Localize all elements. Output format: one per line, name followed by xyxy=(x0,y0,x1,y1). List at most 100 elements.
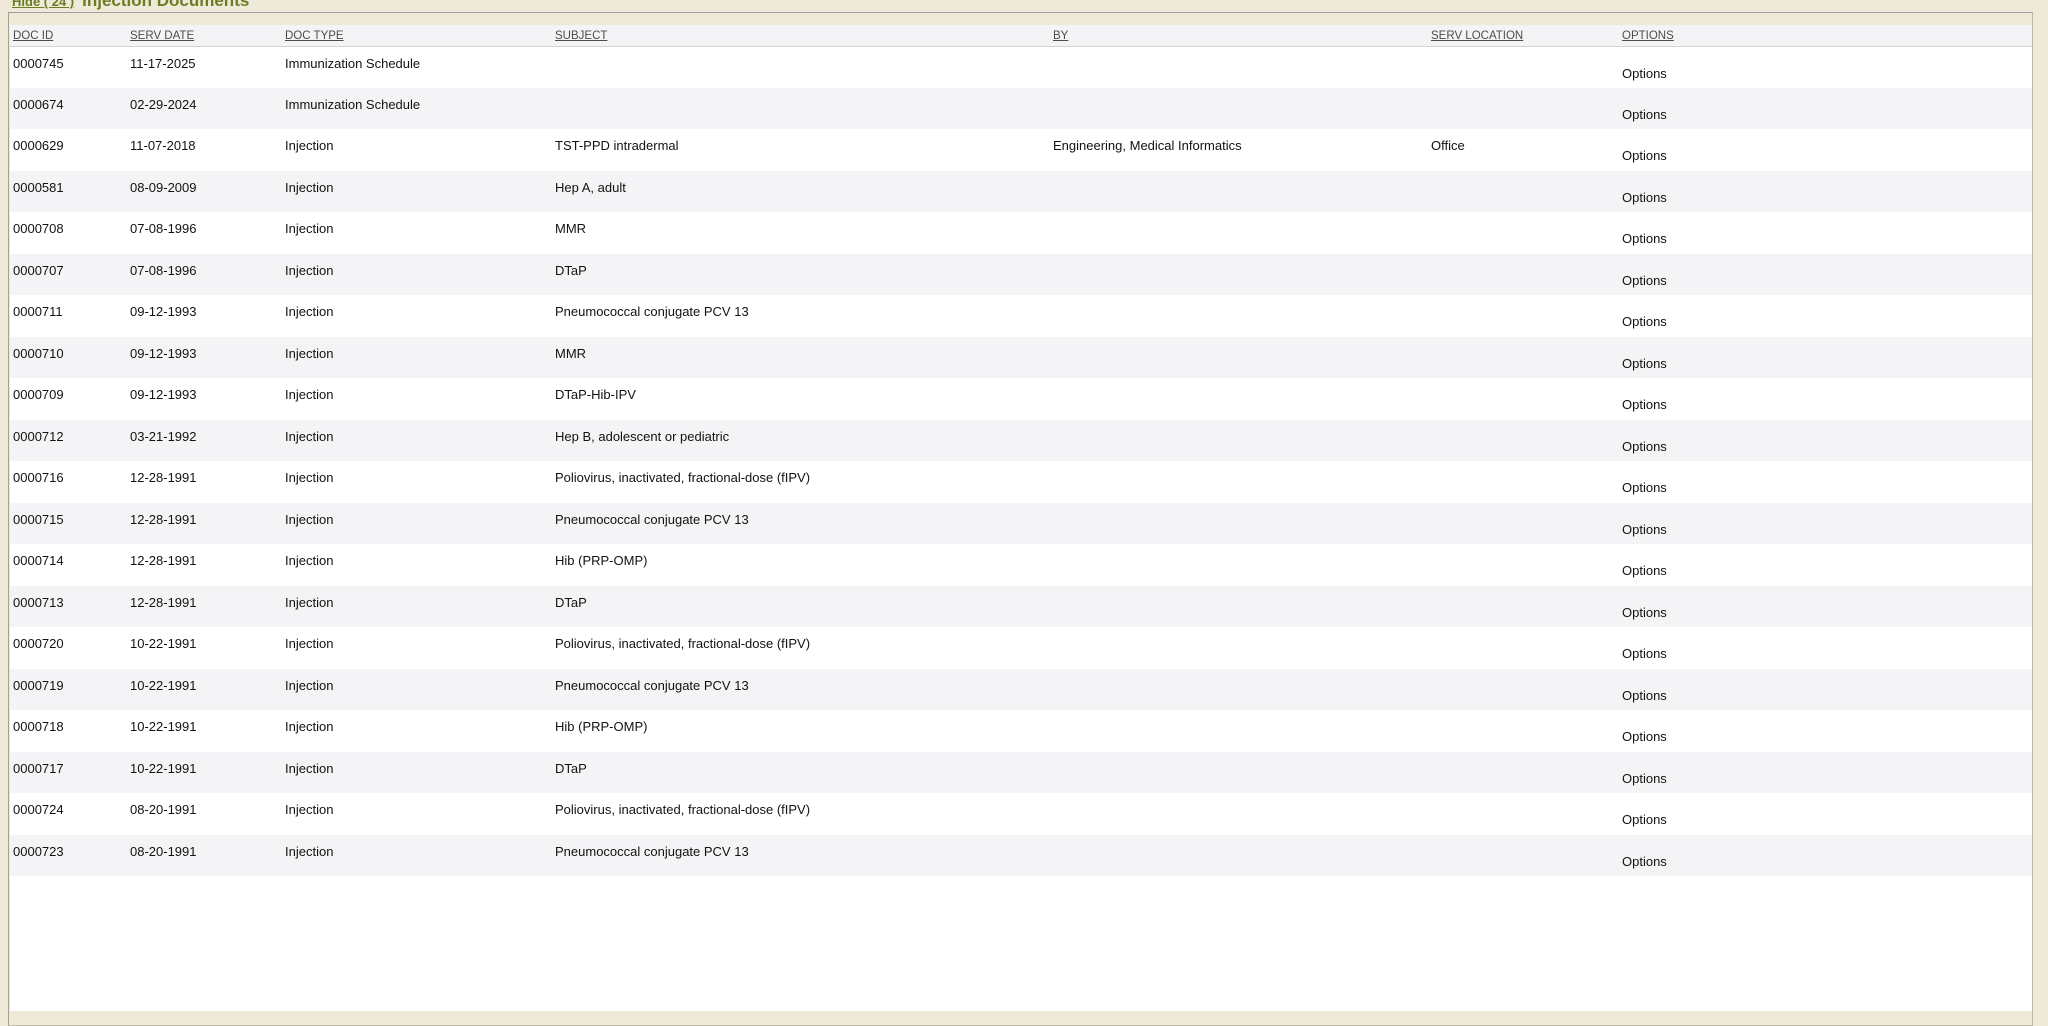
cell-by xyxy=(1050,420,1428,462)
options-button[interactable]: Options xyxy=(1622,66,1667,81)
table-row: 000071109-12-1993InjectionPneumococcal c… xyxy=(10,295,2032,337)
cell-serv-date: 08-20-1991 xyxy=(127,835,282,877)
cell-options: Options xyxy=(1619,793,2032,835)
cell-doc-id: 0000709 xyxy=(10,378,127,420)
cell-serv-date: 10-22-1991 xyxy=(127,627,282,669)
cell-serv-location xyxy=(1428,835,1619,877)
options-button[interactable]: Options xyxy=(1622,771,1667,786)
cell-options: Options xyxy=(1619,171,2032,213)
options-button[interactable]: Options xyxy=(1622,231,1667,246)
options-button[interactable]: Options xyxy=(1622,688,1667,703)
cell-doc-type: Injection xyxy=(282,420,552,462)
options-button[interactable]: Options xyxy=(1622,854,1667,869)
cell-options: Options xyxy=(1619,503,2032,545)
cell-serv-date: 10-22-1991 xyxy=(127,710,282,752)
cell-doc-id: 0000716 xyxy=(10,461,127,503)
table-row: 000072010-22-1991InjectionPoliovirus, in… xyxy=(10,627,2032,669)
cell-serv-location xyxy=(1428,88,1619,130)
cell-subject: Hep A, adult xyxy=(552,171,1050,213)
table-row: 000072408-20-1991InjectionPoliovirus, in… xyxy=(10,793,2032,835)
cell-doc-id: 0000723 xyxy=(10,835,127,877)
options-button[interactable]: Options xyxy=(1622,314,1667,329)
cell-subject: DTaP-Hib-IPV xyxy=(552,378,1050,420)
cell-doc-type: Injection xyxy=(282,627,552,669)
options-button[interactable]: Options xyxy=(1622,729,1667,744)
hide-toggle-link[interactable]: Hide ( 24 ) xyxy=(12,0,74,13)
options-button[interactable]: Options xyxy=(1622,107,1667,122)
cell-options: Options xyxy=(1619,295,2032,337)
cell-by xyxy=(1050,212,1428,254)
cell-doc-type: Injection xyxy=(282,586,552,628)
cell-serv-date: 11-17-2025 xyxy=(127,46,282,88)
options-button[interactable]: Options xyxy=(1622,812,1667,827)
cell-subject: Pneumococcal conjugate PCV 13 xyxy=(552,669,1050,711)
options-button[interactable]: Options xyxy=(1622,273,1667,288)
cell-by xyxy=(1050,793,1428,835)
cell-serv-date: 10-22-1991 xyxy=(127,669,282,711)
cell-serv-date: 08-20-1991 xyxy=(127,793,282,835)
cell-serv-location: Office xyxy=(1428,129,1619,171)
cell-by xyxy=(1050,586,1428,628)
cell-doc-id: 0000708 xyxy=(10,212,127,254)
options-button[interactable]: Options xyxy=(1622,356,1667,371)
column-header-doc-type[interactable]: DOC TYPE xyxy=(282,25,552,46)
column-header-by[interactable]: BY xyxy=(1050,25,1428,46)
column-header-subject[interactable]: SUBJECT xyxy=(552,25,1050,46)
panel-legend: Hide ( 24 ) Injection Documents xyxy=(10,0,256,12)
table-row: 000071412-28-1991InjectionHib (PRP-OMP)O… xyxy=(10,544,2032,586)
cell-options: Options xyxy=(1619,420,2032,462)
column-header-serv-location[interactable]: SERV LOCATION xyxy=(1428,25,1619,46)
cell-serv-date: 11-07-2018 xyxy=(127,129,282,171)
cell-by xyxy=(1050,46,1428,88)
injection-documents-table: DOC ID SERV DATE DOC TYPE SUBJECT BY SER… xyxy=(10,25,2032,876)
cell-options: Options xyxy=(1619,586,2032,628)
options-button[interactable]: Options xyxy=(1622,563,1667,578)
cell-doc-id: 0000712 xyxy=(10,420,127,462)
cell-by xyxy=(1050,295,1428,337)
options-button[interactable]: Options xyxy=(1622,605,1667,620)
cell-doc-type: Injection xyxy=(282,710,552,752)
cell-options: Options xyxy=(1619,212,2032,254)
cell-subject: Hep B, adolescent or pediatric xyxy=(552,420,1050,462)
table-row: 000071710-22-1991InjectionDTaPOptions xyxy=(10,752,2032,794)
options-button[interactable]: Options xyxy=(1622,397,1667,412)
cell-serv-location xyxy=(1428,295,1619,337)
cell-doc-type: Injection xyxy=(282,752,552,794)
cell-by xyxy=(1050,171,1428,213)
cell-serv-date: 12-28-1991 xyxy=(127,544,282,586)
options-button[interactable]: Options xyxy=(1622,646,1667,661)
cell-options: Options xyxy=(1619,46,2032,88)
cell-serv-date: 09-12-1993 xyxy=(127,378,282,420)
cell-doc-id: 0000710 xyxy=(10,337,127,379)
cell-doc-type: Injection xyxy=(282,212,552,254)
cell-doc-type: Injection xyxy=(282,295,552,337)
column-header-options[interactable]: OPTIONS xyxy=(1619,25,2032,46)
options-button[interactable]: Options xyxy=(1622,190,1667,205)
column-header-serv-date[interactable]: SERV DATE xyxy=(127,25,282,46)
cell-serv-date: 10-22-1991 xyxy=(127,752,282,794)
cell-by xyxy=(1050,503,1428,545)
cell-options: Options xyxy=(1619,88,2032,130)
cell-serv-location xyxy=(1428,254,1619,296)
cell-serv-location xyxy=(1428,212,1619,254)
cell-doc-id: 0000719 xyxy=(10,669,127,711)
cell-doc-id: 0000715 xyxy=(10,503,127,545)
cell-by xyxy=(1050,669,1428,711)
cell-options: Options xyxy=(1619,669,2032,711)
options-button[interactable]: Options xyxy=(1622,148,1667,163)
cell-serv-location xyxy=(1428,627,1619,669)
cell-options: Options xyxy=(1619,627,2032,669)
cell-options: Options xyxy=(1619,254,2032,296)
cell-serv-date: 12-28-1991 xyxy=(127,503,282,545)
cell-subject xyxy=(552,46,1050,88)
table-row: 000070909-12-1993InjectionDTaP-Hib-IPVOp… xyxy=(10,378,2032,420)
cell-serv-location xyxy=(1428,586,1619,628)
options-button[interactable]: Options xyxy=(1622,522,1667,537)
column-header-doc-id[interactable]: DOC ID xyxy=(10,25,127,46)
options-button[interactable]: Options xyxy=(1622,439,1667,454)
table-row: 000071512-28-1991InjectionPneumococcal c… xyxy=(10,503,2032,545)
cell-subject: Hib (PRP-OMP) xyxy=(552,710,1050,752)
options-button[interactable]: Options xyxy=(1622,480,1667,495)
cell-serv-location xyxy=(1428,171,1619,213)
cell-serv-location xyxy=(1428,420,1619,462)
